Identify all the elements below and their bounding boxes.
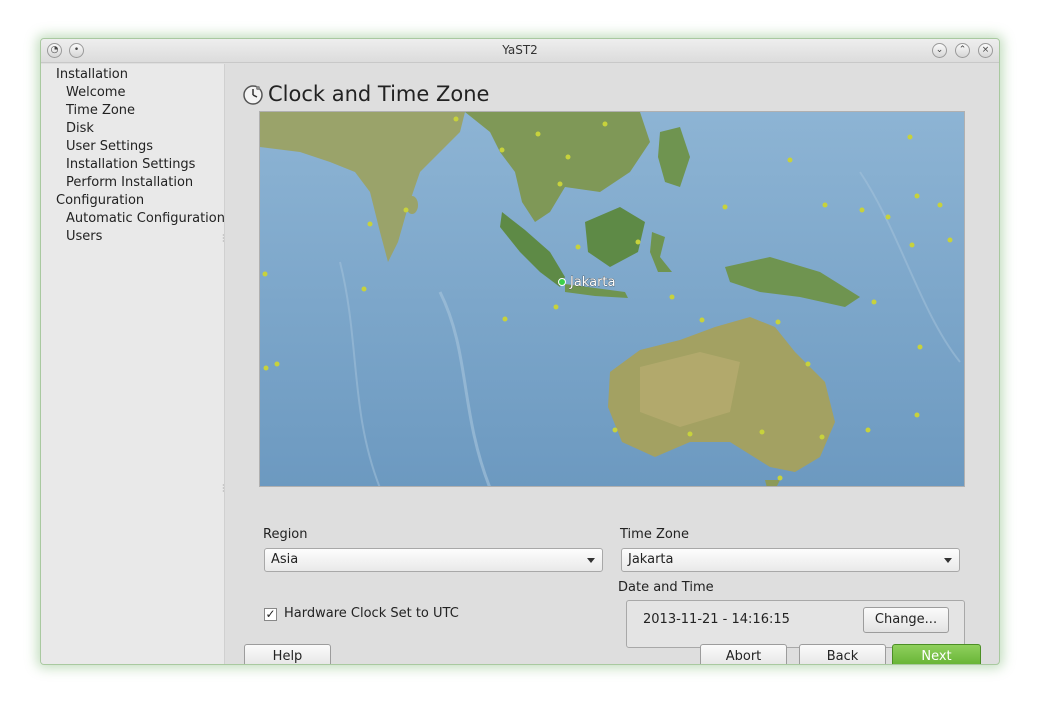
hardware-clock-utc-label: Hardware Clock Set to UTC xyxy=(284,606,459,621)
sidebar: Installation Welcome Time Zone Disk User… xyxy=(41,64,225,664)
sidebar-section-configuration: Configuration xyxy=(56,193,145,208)
date-time-label: Date and Time xyxy=(618,580,714,595)
chevron-down-icon xyxy=(944,558,952,563)
region-select[interactable]: Asia xyxy=(264,548,603,572)
timezone-select[interactable]: Jakarta xyxy=(621,548,960,572)
back-button[interactable]: Back xyxy=(799,644,886,664)
hardware-clock-utc-checkbox[interactable]: ✓ xyxy=(264,608,277,621)
maximize-icon[interactable]: ⌃ xyxy=(955,43,970,58)
page-title: Clock and Time Zone xyxy=(268,82,490,106)
clock-icon xyxy=(243,85,263,105)
selected-city-marker xyxy=(558,278,566,286)
sidebar-item-users: Users xyxy=(66,229,103,244)
sidebar-item-time-zone: Time Zone xyxy=(66,103,136,118)
timezone-map[interactable]: Jakarta xyxy=(259,111,965,487)
close-icon[interactable]: × xyxy=(978,43,993,58)
main-content: Clock and Time Zone Jakarta Region Asia … xyxy=(226,64,999,664)
title-bar: ◔ • YaST2 ⌄ ⌃ × xyxy=(41,39,999,63)
minimize-icon[interactable]: ⌄ xyxy=(932,43,947,58)
splitter-handle-bottom[interactable]: · · · xyxy=(222,482,225,496)
timezone-label: Time Zone xyxy=(620,527,690,542)
sidebar-item-automatic-configuration: Automatic Configuration xyxy=(66,211,225,226)
sidebar-item-installation-settings: Installation Settings xyxy=(66,157,196,172)
next-button[interactable]: Next xyxy=(892,644,981,664)
region-label: Region xyxy=(263,527,308,542)
window-title: YaST2 xyxy=(502,43,538,57)
sidebar-item-disk: Disk xyxy=(66,121,94,136)
sidebar-section-installation: Installation xyxy=(56,67,129,82)
date-time-group: 2013-11-21 - 14:16:15 Change... xyxy=(626,600,965,648)
abort-button[interactable]: Abort xyxy=(700,644,787,664)
splitter-handle-top[interactable]: · · · xyxy=(222,232,225,246)
yast-window: ◔ • YaST2 ⌄ ⌃ × Installation Welcome Tim… xyxy=(40,38,1000,665)
help-button[interactable]: Help xyxy=(244,644,331,664)
sidebar-item-perform-installation: Perform Installation xyxy=(66,175,194,190)
region-value: Asia xyxy=(271,552,299,567)
selected-city-label: Jakarta xyxy=(569,275,615,290)
sidebar-item-user-settings: User Settings xyxy=(66,139,154,154)
chevron-down-icon xyxy=(587,558,595,563)
sidebar-item-welcome: Welcome xyxy=(66,85,126,100)
change-datetime-button[interactable]: Change... xyxy=(863,607,949,633)
date-time-value: 2013-11-21 - 14:16:15 xyxy=(643,612,790,627)
timezone-value: Jakarta xyxy=(628,552,674,567)
